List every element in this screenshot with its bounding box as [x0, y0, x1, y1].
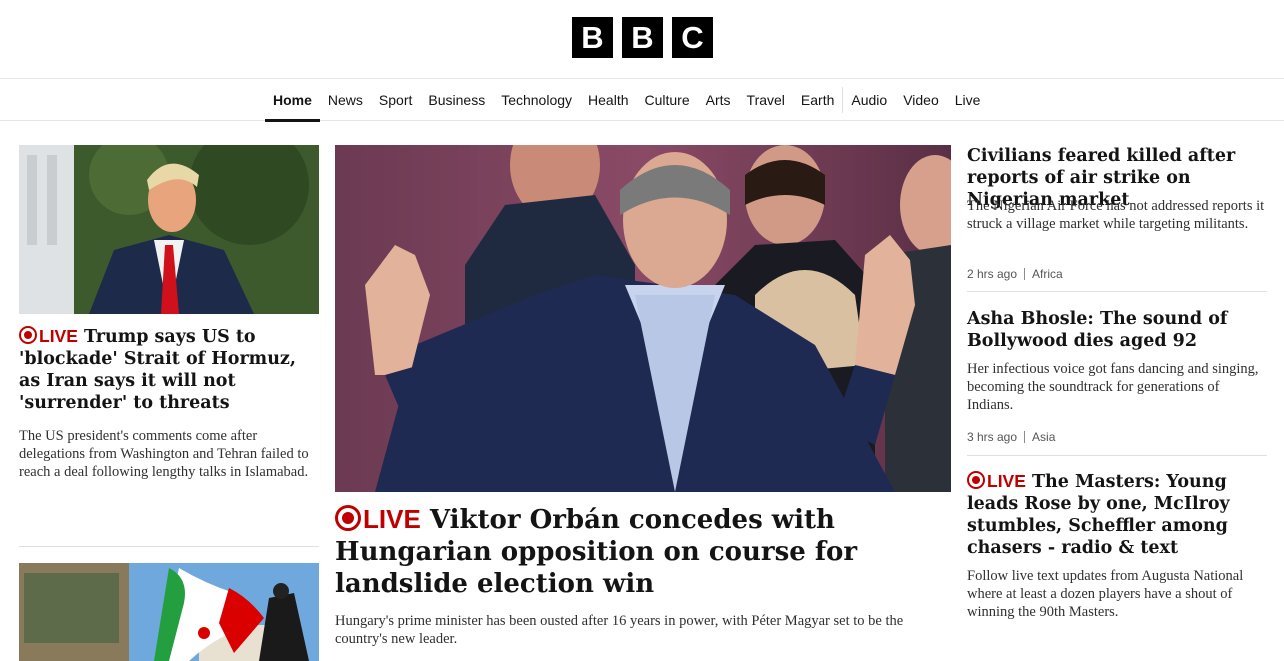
- divider: [967, 455, 1267, 456]
- story-summary-orban: Hungary's prime minister has been ousted…: [335, 613, 904, 647]
- live-indicator-icon: [967, 471, 985, 489]
- live-badge: LIVE: [967, 471, 1026, 491]
- nav-sport[interactable]: Sport: [371, 79, 420, 121]
- section-tag[interactable]: Asia: [1032, 430, 1055, 444]
- live-label: LIVE: [363, 504, 421, 534]
- story-headline-orban[interactable]: LIVE Viktor Orbán concedes with Hungaria…: [335, 503, 951, 600]
- nav-audio[interactable]: Audio: [843, 79, 895, 121]
- timestamp: 2 hrs ago: [967, 267, 1018, 281]
- site-header: B B C: [0, 0, 1284, 79]
- nav-culture[interactable]: Culture: [637, 79, 698, 121]
- live-label: LIVE: [987, 471, 1026, 491]
- story-headline-masters[interactable]: LIVE The Masters: Young leads Rose by on…: [967, 470, 1267, 559]
- nav-video[interactable]: Video: [895, 79, 947, 121]
- live-indicator-icon: [19, 326, 37, 344]
- live-label: LIVE: [39, 326, 78, 346]
- nav-business[interactable]: Business: [420, 79, 493, 121]
- live-indicator-icon: [335, 505, 361, 531]
- live-badge: LIVE: [19, 326, 78, 346]
- nav-live[interactable]: Live: [947, 79, 989, 121]
- nav-earth[interactable]: Earth: [793, 79, 842, 121]
- nav-technology[interactable]: Technology: [493, 79, 580, 121]
- story-image-trump[interactable]: [19, 145, 319, 314]
- story-image-iran[interactable]: [19, 563, 319, 661]
- nav-arts[interactable]: Arts: [698, 79, 739, 121]
- story-meta-nigeria: 2 hrs ago Africa: [967, 267, 1063, 281]
- logo-letter-c: C: [672, 17, 713, 58]
- story-headline-trump[interactable]: LIVE Trump says US to 'blockade' Strait …: [19, 325, 319, 414]
- nav-travel[interactable]: Travel: [739, 79, 793, 121]
- story-summary-trump: The US president's comments come after d…: [19, 428, 309, 480]
- timestamp: 3 hrs ago: [967, 430, 1018, 444]
- logo-letter-b2: B: [622, 17, 663, 58]
- story-image-orban[interactable]: [335, 145, 951, 492]
- story-summary-nigeria: The Nigerian Air Force has not addressed…: [967, 198, 1265, 232]
- story-summary-asha: Her infectious voice got fans dancing an…: [967, 361, 1259, 413]
- meta-separator: [1024, 268, 1026, 280]
- live-badge: LIVE: [335, 504, 421, 534]
- story-headline-asha[interactable]: Asha Bhosle: The sound of Bollywood dies…: [967, 308, 1267, 352]
- nav-news[interactable]: News: [320, 79, 371, 121]
- bbc-logo[interactable]: B B C: [572, 17, 713, 58]
- story-meta-asha: 3 hrs ago Asia: [967, 430, 1055, 444]
- meta-separator: [1024, 431, 1026, 443]
- nav-home[interactable]: Home: [265, 79, 320, 122]
- nav-health[interactable]: Health: [580, 79, 636, 121]
- main-nav: Home News Sport Business Technology Heal…: [0, 79, 1284, 122]
- logo-letter-b1: B: [572, 17, 613, 58]
- story-summary-masters: Follow live text updates from Augusta Na…: [967, 568, 1244, 620]
- section-tag[interactable]: Africa: [1032, 267, 1063, 281]
- divider: [19, 546, 319, 547]
- divider: [967, 291, 1267, 292]
